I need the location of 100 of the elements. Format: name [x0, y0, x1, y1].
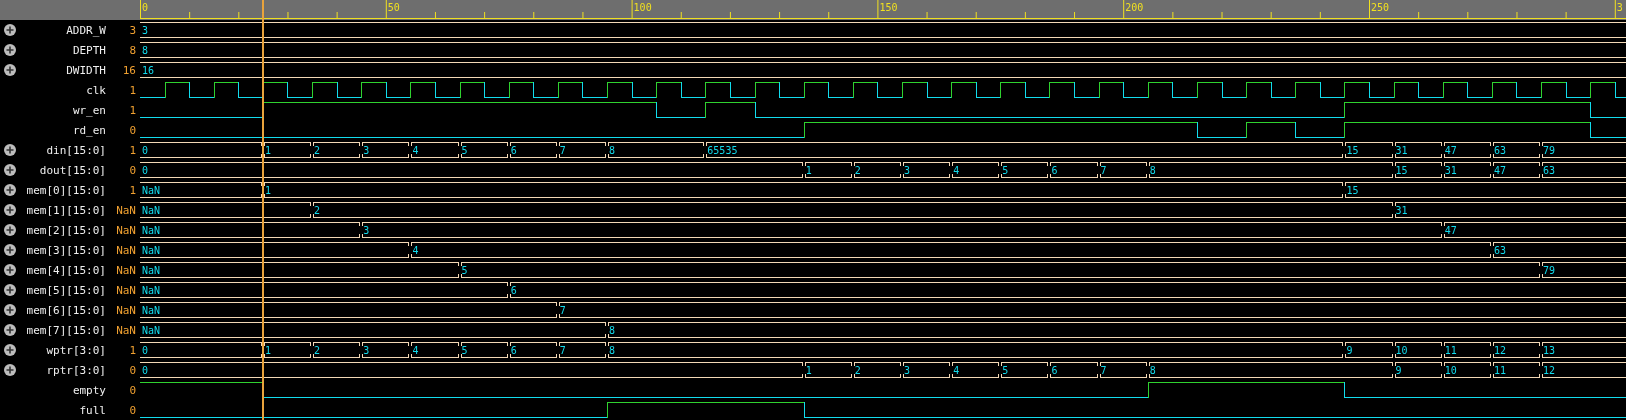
bus-value: 0 [142, 165, 149, 176]
bus-value: 4 [953, 365, 960, 376]
bus-value: 1 [264, 345, 271, 356]
bus-value: 6 [510, 285, 517, 296]
bus-value: NaN [142, 305, 161, 316]
bus-segment [854, 362, 901, 378]
signal-value: NaN [116, 323, 136, 337]
signal-value: 16 [122, 63, 136, 77]
signal-value: NaN [116, 263, 136, 277]
bus-segment [510, 342, 557, 358]
expand-icon[interactable] [4, 304, 16, 316]
bus-value: 6 [1051, 365, 1058, 376]
expand-icon[interactable] [4, 264, 16, 276]
expand-icon[interactable] [4, 224, 16, 236]
bus-segment [1100, 362, 1147, 378]
bus-value: 5 [461, 345, 468, 356]
bus-segment [1493, 342, 1540, 358]
signal-name: DEPTH [72, 43, 106, 57]
signal-value: 3 [129, 23, 136, 37]
bus-value: 1 [805, 165, 812, 176]
signal-name: mem[6][15:0] [26, 303, 106, 317]
bus-value: 12 [1493, 345, 1506, 356]
signal-name: empty [72, 383, 106, 397]
expand-icon[interactable] [4, 44, 16, 56]
bus-segment [1493, 142, 1540, 158]
time-ruler[interactable]: 0 50 100 150 200 250 3 [140, 0, 1626, 20]
bus-value: 9 [1346, 345, 1353, 356]
signal-value: 0 [129, 383, 136, 397]
signal-name: din[15:0] [46, 143, 106, 157]
bus-segment [1345, 142, 1393, 158]
bus-value: 5 [461, 145, 468, 156]
expand-icon[interactable] [4, 204, 16, 216]
bus-value: 3 [363, 145, 370, 156]
bus-value: NaN [142, 285, 161, 296]
bus-value: NaN [142, 325, 161, 336]
signal-value: 8 [129, 43, 136, 57]
signal-name: rd_en [72, 123, 106, 137]
bus-value: 8 [609, 345, 616, 356]
bus-segment [1395, 342, 1442, 358]
bus-value: 6 [1051, 165, 1058, 176]
bus-value: 10 [1444, 365, 1457, 376]
bus-segment [952, 362, 999, 378]
bus-segment [903, 162, 950, 178]
expand-icon[interactable] [4, 324, 16, 336]
bus-value: 63 [1493, 145, 1506, 156]
bus-segment [313, 342, 360, 358]
signal-value: 1 [129, 83, 136, 97]
signal-name: mem[7][15:0] [26, 323, 106, 337]
bus-value: 47 [1444, 145, 1457, 156]
bus-value: 8 [1149, 165, 1156, 176]
expand-icon[interactable] [4, 184, 16, 196]
bus-value: 0 [142, 345, 149, 356]
expand-icon[interactable] [4, 144, 16, 156]
bus-value: NaN [142, 265, 161, 276]
signal-name: full [79, 403, 106, 417]
ruler-label: 200 [1125, 2, 1144, 13]
bus-value: 7 [1100, 165, 1107, 176]
bus-segment [461, 342, 508, 358]
expand-icon[interactable] [4, 24, 16, 36]
ruler-label: 50 [387, 2, 400, 13]
bus-value: 79 [1543, 145, 1556, 156]
bus-value: 11 [1444, 345, 1457, 356]
bus-value: 5 [1002, 365, 1009, 376]
time-cursor[interactable] [262, 0, 265, 420]
bus-segment [1493, 162, 1540, 178]
expand-icon[interactable] [4, 64, 16, 76]
ruler-label: 150 [879, 2, 898, 13]
bus-value: 7 [559, 345, 566, 356]
bus-value: 5 [461, 265, 468, 276]
expand-icon[interactable] [4, 344, 16, 356]
bus-value: 8 [1149, 365, 1156, 376]
bus-segment [362, 142, 409, 158]
bus-value: 1 [805, 365, 812, 376]
expand-icon[interactable] [4, 244, 16, 256]
bus-value: 31 [1395, 205, 1408, 216]
bus-value: 12 [1543, 365, 1556, 376]
bus-value: 16 [142, 65, 155, 76]
signal-value: NaN [116, 243, 136, 257]
bus-value: 4 [412, 345, 419, 356]
bus-value: 31 [1395, 145, 1408, 156]
signal-name: mem[0][15:0] [26, 183, 106, 197]
bus-segment [805, 362, 852, 378]
bus-value: 4 [412, 145, 419, 156]
signal-value: 1 [129, 103, 136, 117]
expand-icon[interactable] [4, 164, 16, 176]
bus-segment [313, 142, 360, 158]
expand-icon[interactable] [4, 364, 16, 376]
bus-value: 3 [363, 345, 370, 356]
bus-value: 47 [1444, 225, 1457, 236]
bus-value: 15 [1346, 185, 1359, 196]
bus-value: 65535 [707, 145, 738, 156]
bus-segment [1395, 162, 1442, 178]
bus-value: NaN [142, 245, 161, 256]
bus-segment [1444, 162, 1491, 178]
expand-icon[interactable] [4, 284, 16, 296]
bus-segment [264, 342, 311, 358]
bus-segment [1001, 362, 1048, 378]
bus-value: NaN [142, 205, 161, 216]
bus-value: 10 [1395, 345, 1408, 356]
bus-segment [362, 342, 409, 358]
